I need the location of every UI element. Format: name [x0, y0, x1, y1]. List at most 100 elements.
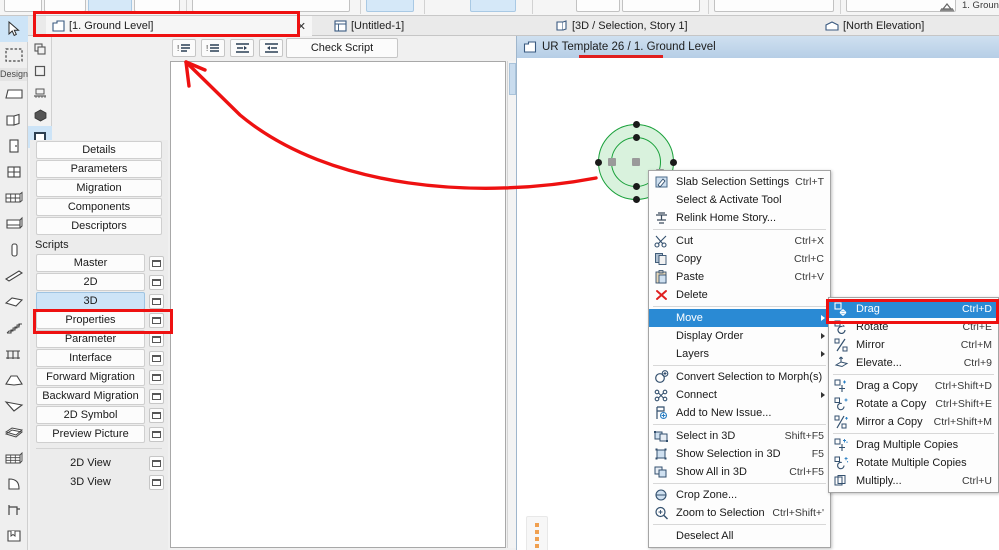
submenu-item-mirror-a-copy[interactable]: Mirror a Copy Ctrl+Shift+M: [829, 413, 998, 431]
slab-handle-inner-bottom[interactable]: [632, 183, 640, 190]
script-editor-scrollbar[interactable]: [507, 61, 516, 548]
ribbon-cell-10[interactable]: [714, 0, 834, 12]
show-line-numbers-button[interactable]: !: [172, 39, 196, 57]
submenu-item-elevate[interactable]: Elevate... Ctrl+9: [829, 354, 998, 372]
ribbon-cell-4[interactable]: [134, 0, 180, 12]
script-button-3d[interactable]: 3D: [36, 292, 145, 310]
script-window-button-parameter[interactable]: [149, 331, 164, 347]
param-button-descriptors[interactable]: Descriptors: [36, 217, 162, 235]
script-window-button-properties[interactable]: [149, 312, 164, 328]
script-button-forward-migration[interactable]: Forward Migration: [36, 368, 145, 386]
toolbox-item-roof-tool[interactable]: [0, 367, 28, 393]
param-button-details[interactable]: Details: [36, 141, 162, 159]
strip-item-cube[interactable]: [28, 104, 52, 126]
document-tab-ground-level[interactable]: [1. Ground Level] ✕: [46, 16, 312, 36]
script-window-button-2d[interactable]: [149, 274, 164, 290]
script-window-button-preview-picture[interactable]: [149, 426, 164, 442]
toolbox-item-stair-tool[interactable]: [0, 315, 28, 341]
strip-item-copy[interactable]: [28, 38, 52, 60]
ribbon-cell-9[interactable]: [622, 0, 700, 12]
hide-line-numbers-button[interactable]: !: [201, 39, 225, 57]
toolbox-item-curtain-wall-tool[interactable]: [0, 185, 28, 211]
toolbox-item-slab-tool[interactable]: [0, 289, 28, 315]
slab-handle-inner-left[interactable]: [608, 158, 616, 166]
strip-item-square[interactable]: [28, 60, 52, 82]
toolbox-item-beam-tool[interactable]: [0, 263, 28, 289]
script-window-button-3d[interactable]: [149, 293, 164, 309]
menu-item-layers[interactable]: Layers: [649, 345, 830, 363]
menu-item-select-activate-tool[interactable]: Select & Activate Tool: [649, 191, 830, 209]
submenu-item-rotate[interactable]: Rotate Ctrl+E: [829, 318, 998, 336]
menu-item-cut[interactable]: Cut Ctrl+X: [649, 232, 830, 250]
submenu-item-rotate-multiple-copies[interactable]: Rotate Multiple Copies: [829, 454, 998, 472]
menu-item-add-to-new-issue[interactable]: Add to New Issue...: [649, 404, 830, 422]
view-button-2d[interactable]: 2D View: [36, 454, 145, 472]
script-button-2d[interactable]: 2D: [36, 273, 145, 291]
close-icon[interactable]: ✕: [297, 20, 306, 33]
check-script-button[interactable]: Check Script: [286, 38, 398, 58]
view-button-3d[interactable]: 3D View: [36, 473, 145, 491]
document-tab-untitled[interactable]: [Untitled-1]: [328, 16, 410, 36]
menu-item-crop-zone[interactable]: Crop Zone...: [649, 486, 830, 504]
toolbox-item-railing-tool[interactable]: [0, 341, 28, 367]
menu-item-show-all-in-3d[interactable]: Show All in 3D Ctrl+F5: [649, 463, 830, 481]
submenu-item-mirror[interactable]: Mirror Ctrl+M: [829, 336, 998, 354]
ribbon-cell-3[interactable]: [88, 0, 132, 12]
script-button-backward-migration[interactable]: Backward Migration: [36, 387, 145, 405]
submenu-item-drag[interactable]: Drag Ctrl+D: [829, 300, 998, 318]
script-window-button-2d-symbol[interactable]: [149, 407, 164, 423]
script-button-properties[interactable]: Properties: [36, 311, 145, 329]
submenu-item-multiply[interactable]: Multiply... Ctrl+U: [829, 472, 998, 490]
menu-item-select-in-3d[interactable]: Select in 3D Shift+F5: [649, 427, 830, 445]
toolbox-item-furniture-tool[interactable]: [0, 497, 28, 523]
script-button-master[interactable]: Master: [36, 254, 145, 272]
menu-item-show-selection-in-3d[interactable]: Show Selection in 3D F5: [649, 445, 830, 463]
view-window-button-3d[interactable]: [149, 474, 164, 490]
toolbox-item-marquee-tool[interactable]: [0, 42, 28, 68]
ribbon-cell-5[interactable]: [192, 0, 350, 12]
menu-item-copy[interactable]: Copy Ctrl+C: [649, 250, 830, 268]
decrease-indent-button[interactable]: [259, 39, 283, 57]
menu-item-slab-selection-settings[interactable]: Slab Selection Settings Ctrl+T: [649, 173, 830, 191]
slab-handle-inner-top[interactable]: [632, 134, 640, 141]
ribbon-cell-8[interactable]: [576, 0, 620, 12]
toolbox-item-zone-tool[interactable]: [0, 471, 28, 497]
toolbox-item-door-tool[interactable]: [0, 133, 28, 159]
param-button-parameters[interactable]: Parameters: [36, 160, 162, 178]
menu-item-paste[interactable]: Paste Ctrl+V: [649, 268, 830, 286]
script-button-preview-picture[interactable]: Preview Picture: [36, 425, 145, 443]
menu-item-connect[interactable]: Connect: [649, 386, 830, 404]
slab-handle-right[interactable]: [670, 158, 677, 166]
script-window-button-forward-migration[interactable]: [149, 369, 164, 385]
toolbox-item-column-tool[interactable]: [0, 107, 28, 133]
menu-item-delete[interactable]: Delete: [649, 286, 830, 304]
document-tab-north-elevation[interactable]: [North Elevation]: [819, 16, 930, 36]
toolbox-item-stamp-tool[interactable]: [0, 523, 28, 549]
slab-handle-top[interactable]: [632, 121, 640, 128]
submenu-item-drag-a-copy[interactable]: Drag a Copy Ctrl+Shift+D: [829, 377, 998, 395]
slab-handle-bottom[interactable]: [632, 196, 640, 203]
script-code-area[interactable]: [170, 61, 506, 548]
script-button-2d-symbol[interactable]: 2D Symbol: [36, 406, 145, 424]
ribbon-cell-1[interactable]: [4, 0, 42, 12]
increase-indent-button[interactable]: [230, 39, 254, 57]
strip-item-base[interactable]: [28, 82, 52, 104]
toolbox-item-arrow-tool[interactable]: [0, 16, 28, 42]
toolbox-item-object-tool[interactable]: [0, 237, 28, 263]
param-button-migration[interactable]: Migration: [36, 179, 162, 197]
toolbox-item-skylight-tool[interactable]: [0, 211, 28, 237]
script-window-button-interface[interactable]: [149, 350, 164, 366]
menu-item-convert-to-morph[interactable]: Convert Selection to Morph(s): [649, 368, 830, 386]
script-button-parameter[interactable]: Parameter: [36, 330, 145, 348]
submenu-item-drag-multiple-copies[interactable]: Drag Multiple Copies: [829, 436, 998, 454]
toolbox-item-shell-tool[interactable]: [0, 393, 28, 419]
menu-item-move[interactable]: Move: [649, 309, 830, 327]
slab-handle-center[interactable]: [632, 158, 640, 166]
script-window-button-master[interactable]: [149, 255, 164, 271]
document-tab-3d-selection[interactable]: [3D / Selection, Story 1]: [549, 16, 694, 36]
view-window-button-2d[interactable]: [149, 455, 164, 471]
menu-item-zoom-to-selection[interactable]: Zoom to Selection Ctrl+Shift+': [649, 504, 830, 522]
toolbox-item-window-tool[interactable]: [0, 159, 28, 185]
menu-item-display-order[interactable]: Display Order: [649, 327, 830, 345]
submenu-item-rotate-a-copy[interactable]: Rotate a Copy Ctrl+Shift+E: [829, 395, 998, 413]
